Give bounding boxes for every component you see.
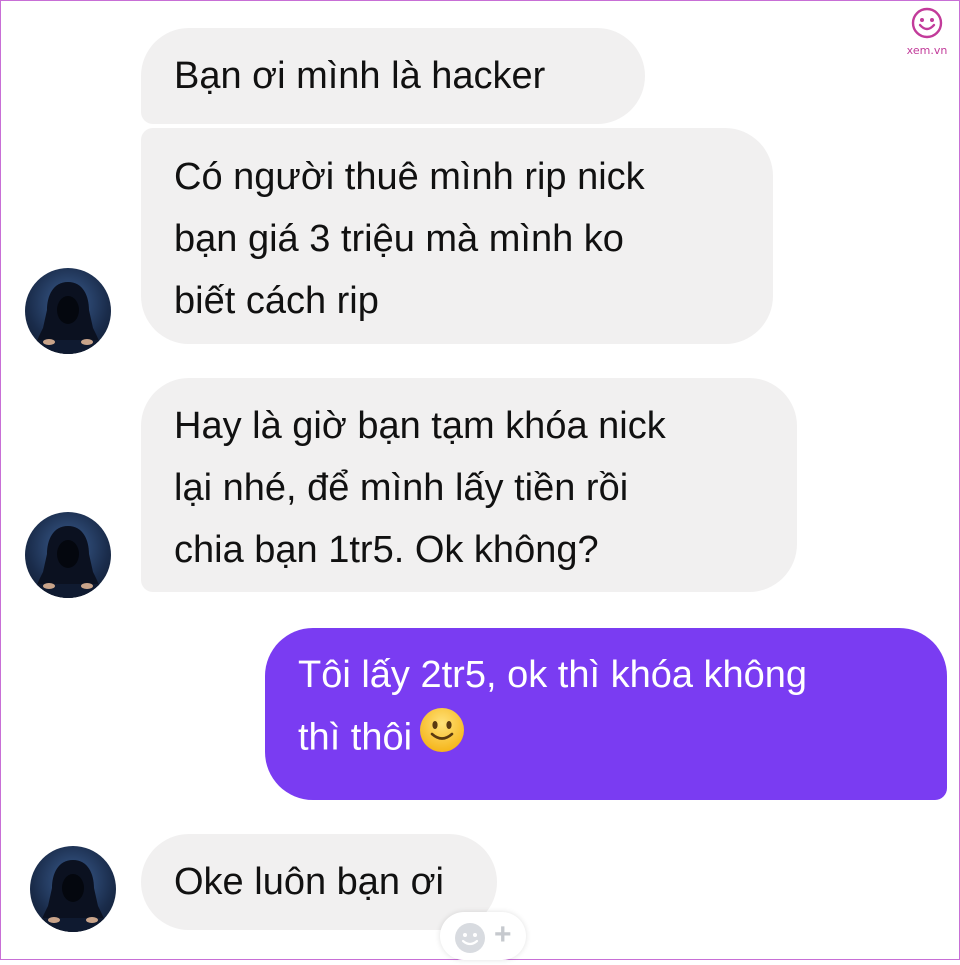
message-text: thì thôi <box>298 716 413 759</box>
slightly-smiling-face-emoji-icon <box>418 706 466 773</box>
incoming-message-bubble[interactable]: Bạn ơi mình là hacker <box>141 28 645 124</box>
add-reaction-plus: + <box>494 918 512 951</box>
add-reaction-icon <box>455 923 485 953</box>
incoming-message-bubble[interactable]: Có người thuê mình rip nick bạn giá 3 tr… <box>141 128 773 344</box>
add-reaction-button[interactable]: + <box>440 912 526 960</box>
sender-avatar[interactable] <box>25 268 111 354</box>
sender-avatar[interactable] <box>25 512 111 598</box>
message-text-line: thì thôi <box>298 706 947 773</box>
outgoing-message-bubble[interactable]: Tôi lấy 2tr5, ok thì khóa không thì thôi <box>265 628 947 800</box>
message-text-line: lại nhé, để mình lấy tiền rồi <box>174 467 629 509</box>
hooded-hacker-icon <box>33 282 103 354</box>
message-text-line: bạn giá 3 triệu mà mình ko <box>174 218 624 260</box>
watermark-logo: xem.vn <box>900 6 954 57</box>
message-text-line: chia bạn 1tr5. Ok không? <box>174 529 599 571</box>
message-text-line: Hay là giờ bạn tạm khóa nick <box>174 405 666 447</box>
incoming-message-bubble[interactable]: Hay là giờ bạn tạm khóa nick lại nhé, để… <box>141 378 797 592</box>
watermark-text: xem.vn <box>906 44 948 57</box>
message-text-line: Oke luôn bạn ơi <box>174 861 444 903</box>
hooded-hacker-icon <box>38 860 108 932</box>
smiley-face-icon <box>911 7 943 39</box>
message-text-line: biết cách rip <box>174 280 379 322</box>
sender-avatar[interactable] <box>30 846 116 932</box>
message-text-line: Bạn ơi mình là hacker <box>174 55 546 97</box>
message-text-line: Tôi lấy 2tr5, ok thì khóa không <box>298 654 808 696</box>
message-text-line: Có người thuê mình rip nick <box>174 156 645 198</box>
hooded-hacker-icon <box>33 526 103 598</box>
